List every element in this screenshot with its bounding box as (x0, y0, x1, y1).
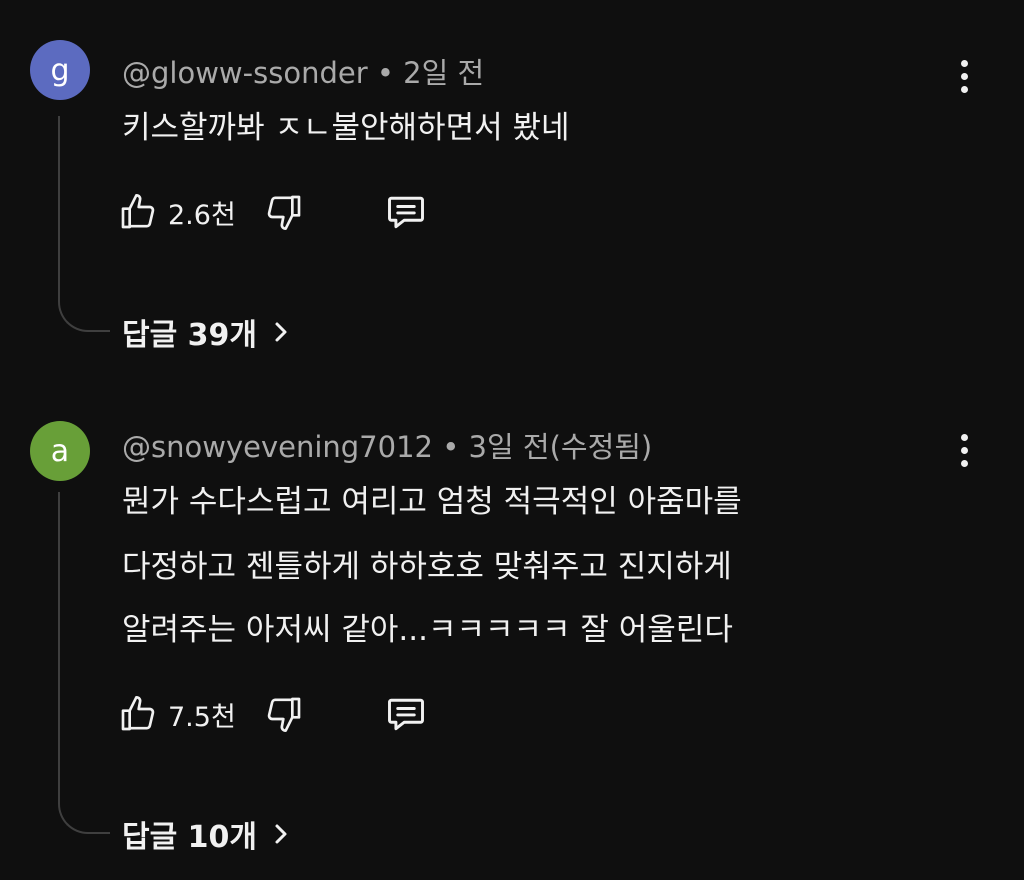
thumbs-up-icon (118, 192, 158, 232)
dislike-button[interactable] (264, 692, 304, 736)
thumbs-up-icon (118, 694, 158, 734)
avatar[interactable]: a (30, 421, 90, 481)
author-handle[interactable]: @gloww-ssonder (122, 56, 368, 90)
view-replies-link[interactable]: 답글 10개 (122, 812, 291, 856)
reply-button[interactable] (384, 692, 428, 736)
like-count: 7.5천 (168, 701, 236, 733)
more-options-button[interactable] (944, 428, 984, 472)
replies-label: 답글 10개 (122, 820, 257, 855)
like-button[interactable]: 2.6천 (118, 190, 236, 234)
thumbs-down-icon (264, 192, 304, 232)
comment-time: 2일 전 (403, 56, 485, 90)
comment-text-line: 알려주는 아저씨 같아...ㅋㅋㅋㅋㅋ 잘 어울린다 (122, 612, 733, 648)
like-button[interactable]: 7.5천 (118, 692, 236, 736)
meta-separator: • (442, 430, 460, 464)
view-replies-link[interactable]: 답글 39개 (122, 310, 291, 354)
meta-separator: • (376, 56, 394, 90)
comment-actions: 2.6천 (118, 190, 448, 234)
reply-thread-line (58, 116, 110, 332)
like-count: 2.6천 (168, 199, 236, 231)
reply-thread-line (58, 492, 110, 834)
comment-time: 3일 전(수정됨) (468, 430, 653, 464)
comment-actions: 7.5천 (118, 692, 448, 736)
comment-text: 키스할까봐 ㅈㄴ불안해하면서 봤네 (122, 110, 570, 146)
comment-text-line: 다정하고 젠틀하게 하하호호 맞춰주고 진지하게 (122, 549, 732, 585)
comment-reply-icon (384, 692, 428, 736)
comment-text-line: 뭔가 수다스럽고 여리고 엄청 적극적인 아줌마를 (122, 484, 742, 520)
chevron-right-icon (271, 822, 291, 846)
reply-button[interactable] (384, 190, 428, 234)
comment-meta: @snowyevening7012 • 3일 전(수정됨) (122, 424, 652, 466)
avatar[interactable]: g (30, 40, 90, 100)
more-options-button[interactable] (944, 54, 984, 98)
comment-reply-icon (384, 190, 428, 234)
dislike-button[interactable] (264, 190, 304, 234)
more-vertical-icon (960, 433, 968, 441)
more-vertical-icon (960, 59, 968, 67)
comment-meta: @gloww-ssonder • 2일 전 (122, 50, 484, 92)
thumbs-down-icon (264, 694, 304, 734)
replies-label: 답글 39개 (122, 318, 257, 353)
chevron-right-icon (271, 320, 291, 344)
author-handle[interactable]: @snowyevening7012 (122, 430, 433, 464)
